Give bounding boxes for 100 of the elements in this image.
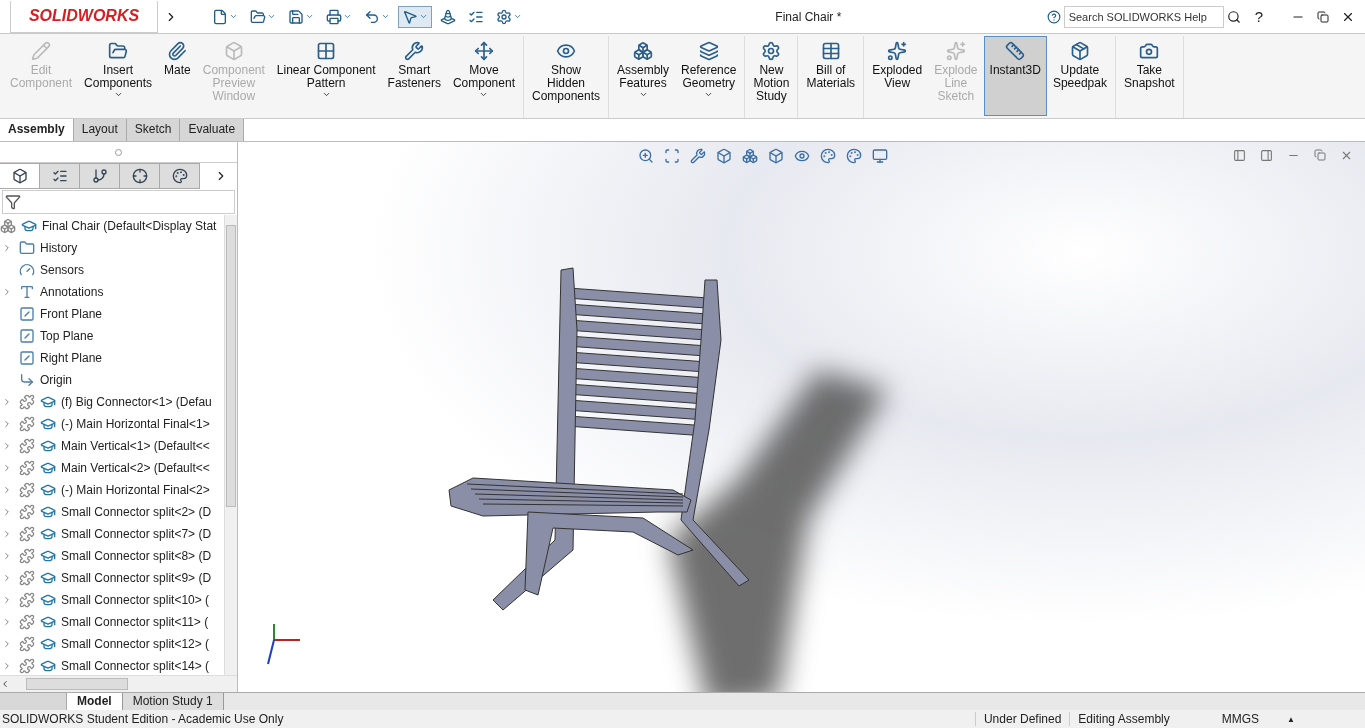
zoom-icon[interactable] bbox=[638, 148, 654, 164]
edition-text: SOLIDWORKS Student Edition - Academic Use Only bbox=[2, 712, 285, 726]
ribbon-button[interactable]: Exploded View bbox=[866, 36, 929, 116]
scroll-left-icon[interactable] bbox=[0, 679, 10, 689]
graduation-cap-icon bbox=[40, 526, 56, 542]
caret-icon[interactable] bbox=[113, 90, 123, 99]
cube-icon[interactable] bbox=[768, 148, 784, 164]
tree-item[interactable]: Main Vertical<1> (Default<< bbox=[0, 435, 224, 457]
tree-item[interactable]: Top Plane bbox=[0, 325, 224, 347]
folder-icon bbox=[108, 41, 129, 61]
ribbon-button[interactable]: Linear Component Pattern bbox=[270, 36, 382, 116]
tree-item[interactable]: (-) Main Horizontal Final<2> bbox=[0, 479, 224, 501]
units-status: MMGS bbox=[1220, 712, 1260, 726]
tree-item[interactable]: Small Connector split<7> (D bbox=[0, 523, 224, 545]
caret-icon[interactable] bbox=[704, 90, 714, 99]
camera-icon bbox=[1139, 41, 1160, 61]
wrench-icon[interactable] bbox=[690, 148, 706, 164]
command-tab[interactable]: Evaluate bbox=[180, 119, 245, 141]
tree-item[interactable]: Front Plane bbox=[0, 303, 224, 325]
previous-view-icon[interactable] bbox=[1233, 149, 1246, 162]
assembly-icon bbox=[0, 218, 16, 234]
filter-icon[interactable] bbox=[5, 194, 21, 210]
tree-item[interactable]: Small Connector split<9> (D bbox=[0, 567, 224, 589]
caret-icon[interactable] bbox=[479, 90, 489, 99]
tree-item[interactable]: Annotations bbox=[0, 281, 224, 303]
graduation-cap-icon bbox=[40, 548, 56, 564]
tree-item[interactable]: Small Connector split<8> (D bbox=[0, 545, 224, 567]
editing-status: Editing Assembly bbox=[1069, 712, 1178, 726]
next-view-icon[interactable] bbox=[1260, 149, 1273, 162]
tree-item[interactable]: Right Plane bbox=[0, 347, 224, 369]
palette-icon bbox=[171, 168, 188, 184]
ribbon-button[interactable]: Show Hidden Components bbox=[525, 36, 606, 116]
branch-icon bbox=[91, 168, 108, 184]
ribbon-button[interactable]: Update Speedpak bbox=[1046, 36, 1113, 116]
tree-item[interactable]: Sensors bbox=[0, 259, 224, 281]
panel-tab[interactable] bbox=[40, 163, 80, 189]
caret-icon[interactable] bbox=[343, 12, 352, 21]
ribbon-button[interactable]: Instant3D bbox=[983, 36, 1047, 116]
tree-item[interactable]: Small Connector split<12> ( bbox=[0, 633, 224, 655]
boxes-icon[interactable] bbox=[742, 148, 758, 164]
ribbon-button[interactable]: Mate bbox=[158, 36, 197, 116]
tree-item[interactable]: (-) Main Horizontal Final<1> bbox=[0, 413, 224, 435]
tree-item[interactable]: Small Connector split<10> ( bbox=[0, 589, 224, 611]
panel-tab[interactable] bbox=[120, 163, 160, 189]
caret-icon[interactable] bbox=[321, 90, 331, 99]
ribbon-button[interactable]: Insert Components bbox=[78, 36, 159, 116]
ribbon-button[interactable]: Reference Geometry bbox=[675, 36, 743, 116]
ribbon-button[interactable]: Bill of Materials bbox=[800, 36, 862, 116]
ribbon-button[interactable]: Smart Fasteners bbox=[381, 36, 447, 116]
tree-item[interactable]: Small Connector split<11> ( bbox=[0, 611, 224, 633]
gauge-icon bbox=[19, 262, 35, 278]
zoom-area-icon[interactable] bbox=[664, 148, 680, 164]
undo-icon bbox=[364, 8, 380, 25]
open-folder-icon bbox=[250, 8, 266, 25]
caret-icon[interactable] bbox=[381, 12, 390, 21]
eye-icon[interactable] bbox=[794, 148, 810, 164]
restore-icon[interactable] bbox=[1317, 10, 1329, 23]
ribbon-button[interactable]: Move Component bbox=[446, 36, 521, 116]
graduation-cap-icon bbox=[40, 570, 56, 586]
ribbon-button[interactable]: Assembly Features bbox=[611, 36, 676, 116]
tree-item[interactable]: (f) Big Connector<1> (Defau bbox=[0, 391, 224, 413]
caret-icon[interactable] bbox=[638, 90, 648, 99]
caret-icon[interactable] bbox=[229, 12, 238, 21]
panel-tab[interactable] bbox=[80, 163, 120, 189]
pointer-icon bbox=[402, 8, 418, 25]
tree-item[interactable]: History bbox=[0, 237, 224, 259]
command-tab[interactable]: Layout bbox=[73, 119, 127, 141]
help-search-field[interactable]: Search SOLIDWORKS Help bbox=[1063, 5, 1224, 28]
settings-icon bbox=[496, 8, 512, 25]
monitor-icon[interactable] bbox=[872, 148, 888, 164]
tree-item[interactable]: Small Connector split<14> ( bbox=[0, 655, 224, 675]
study-tab[interactable]: Model bbox=[67, 693, 123, 710]
palette-icon[interactable] bbox=[846, 148, 862, 164]
help-menu[interactable]: ? bbox=[1254, 8, 1263, 25]
scrollbar-thumb[interactable] bbox=[26, 678, 128, 690]
caret-icon[interactable] bbox=[513, 12, 522, 21]
caret-icon[interactable] bbox=[419, 12, 428, 21]
units-menu[interactable]: ▲ bbox=[1287, 714, 1295, 724]
select-tool-button[interactable] bbox=[398, 5, 432, 28]
caret-icon[interactable] bbox=[267, 12, 276, 21]
graduation-cap-icon bbox=[40, 482, 56, 498]
command-tab[interactable]: Sketch bbox=[126, 119, 181, 141]
panel-tab[interactable] bbox=[160, 163, 200, 189]
tree-item[interactable]: Main Vertical<2> (Default<< bbox=[0, 457, 224, 479]
save-icon bbox=[288, 8, 304, 25]
scrollbar-thumb[interactable] bbox=[226, 225, 236, 507]
cube-icon[interactable] bbox=[716, 148, 732, 164]
study-tab[interactable]: Motion Study 1 bbox=[122, 693, 224, 710]
ribbon-button[interactable]: Take Snapshot bbox=[1117, 36, 1181, 116]
panel-tab[interactable] bbox=[0, 163, 40, 189]
plane-icon bbox=[19, 350, 35, 366]
palette-icon[interactable] bbox=[820, 148, 836, 164]
caret-icon[interactable] bbox=[305, 12, 314, 21]
tree-item[interactable]: Origin bbox=[0, 369, 224, 391]
tree-item[interactable]: Small Connector split<2> (D bbox=[0, 501, 224, 523]
tree-item[interactable]: Final Chair (Default<Display Stat bbox=[0, 215, 224, 237]
search-icon[interactable] bbox=[1226, 9, 1241, 24]
paperclip-icon bbox=[167, 41, 188, 61]
ribbon-button[interactable]: New Motion Study bbox=[747, 36, 796, 116]
window-title: Final Chair * bbox=[774, 9, 843, 24]
